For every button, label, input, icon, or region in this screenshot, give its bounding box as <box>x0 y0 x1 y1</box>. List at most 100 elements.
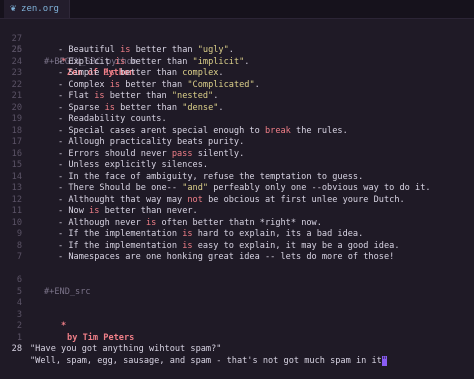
heading-line[interactable]: 4 * by Tim Peters <box>0 287 474 343</box>
keyword-token: pass <box>171 148 193 159</box>
text-token: better than <box>120 79 188 90</box>
text-token: - Complex <box>58 79 110 90</box>
list-item-text: - Although never is often better thatn *… <box>58 218 322 230</box>
text-token: - Allough practicality beats purity. <box>58 137 245 147</box>
line-number: 24 <box>11 56 22 67</box>
heading-line[interactable]: 27 * Zen of Python <box>0 22 474 79</box>
text-token: - Namespaces are one honking great idea … <box>58 252 395 262</box>
line-number: 9 <box>16 229 22 239</box>
list-item-text: - Now is better than never. <box>58 206 198 218</box>
list-item[interactable]: 22 - Complex is better than "Complicated"… <box>0 80 474 92</box>
line-number: 17 <box>11 137 22 147</box>
keyword-token: is <box>114 56 126 67</box>
line-number: 22 <box>11 79 22 90</box>
editor[interactable]: 27 * Zen of Python 26 #+BEGIN_SRC python… <box>0 22 474 366</box>
text-token: - Flat <box>58 91 95 101</box>
list-item[interactable]: 12 - Althought that way may not be obciou… <box>0 195 474 207</box>
text-token: . <box>218 102 224 113</box>
text-token: . <box>218 68 224 78</box>
line-number: 23 <box>11 68 22 78</box>
text-token: better than <box>125 56 193 67</box>
list-item-text: - Simple is better than complex. <box>58 68 224 80</box>
list-item[interactable]: 11 - Now is better than never. <box>0 206 474 218</box>
list-item[interactable]: 16 - Errors should never pass silently. <box>0 149 474 161</box>
text-token: silently. <box>192 148 245 159</box>
line-number: 20 <box>11 102 22 113</box>
line-number: 16 <box>11 148 22 159</box>
keyword-token: is <box>104 102 115 113</box>
keyword-token: break <box>264 125 291 136</box>
list-item[interactable]: 18 - Special cases arent special enough t… <box>0 126 474 138</box>
list-item-text: - Special cases arent special enough to … <box>58 126 348 138</box>
text-token: - If the implementation <box>58 240 183 251</box>
line-number: 25 <box>11 45 22 55</box>
text-token: - Beautiful <box>58 45 121 55</box>
line-number: 18 <box>11 125 22 136</box>
line-number: 19 <box>11 114 22 124</box>
list-item[interactable]: 24 - Explicit is better than "implicit". <box>0 57 474 69</box>
tab-zen-org[interactable]: ❦ zen.org <box>4 0 70 18</box>
list-item-text: - Allough practicality beats purity. <box>58 137 244 149</box>
list-item-text: - Sparse is better than "dense". <box>58 103 224 115</box>
list-item[interactable]: 25 - Beautiful is better than "ugly". <box>0 45 474 57</box>
list-item[interactable]: 10 - Although never is often better thatn… <box>0 218 474 230</box>
list-item[interactable]: 21 - Flat is better than "nested". <box>0 91 474 103</box>
list-item[interactable]: 7 - Namespaces are one honking great idea… <box>0 252 474 264</box>
begin-src-line[interactable]: 26 #+BEGIN_SRC python <box>0 34 474 67</box>
text-token: . <box>228 45 234 55</box>
string-token: "Complicated" <box>187 79 255 90</box>
string-token: "dense" <box>182 102 219 113</box>
line-number: 12 <box>11 194 22 205</box>
quote-text: "Well, spam, egg, sausage, and spam - th… <box>30 355 382 366</box>
list-item-text: - Althought that way may not be obcious … <box>58 195 405 207</box>
line-number: 15 <box>11 160 22 170</box>
text-token: - There Should be one-- <box>58 183 183 193</box>
text-token: - Readability counts. <box>58 114 167 124</box>
string-token: "nested" <box>171 91 214 101</box>
list-item[interactable]: 15 - Unless explicitly silences. <box>0 160 474 172</box>
blank-line[interactable]: 3 <box>0 298 474 320</box>
keyword-token: is <box>145 217 157 228</box>
line-number: 28 <box>11 344 22 354</box>
blank-line[interactable]: 5 <box>0 275 474 297</box>
keyword-token: is <box>89 206 100 216</box>
list-item[interactable]: 17 - Allough practicality beats purity. <box>0 137 474 149</box>
text-token: - Now <box>58 206 90 216</box>
list-item[interactable]: 8 - If the implementation is easy to expl… <box>0 241 474 253</box>
text-token: - Explicit <box>58 56 115 67</box>
list-item-text: - Beautiful is better than "ugly". <box>58 45 234 57</box>
text-token: - Simple <box>58 68 105 78</box>
end-src-line[interactable]: 6 #+END_src <box>0 264 474 297</box>
text-token: easy to explain, it may be a good idea. <box>192 240 400 251</box>
text-token: often better thatn *right* now. <box>156 217 322 228</box>
list-item[interactable]: 19 - Readability counts. <box>0 114 474 126</box>
line-number: 14 <box>11 171 22 182</box>
text-token: - If the implementation <box>58 229 183 239</box>
list-item[interactable]: 23 - Simple is better than complex. <box>0 68 474 80</box>
line-number: 10 <box>11 217 22 228</box>
text-token: be obcious at first unlee youre Dutch. <box>202 194 405 205</box>
text-token: better than <box>114 102 183 113</box>
current-line[interactable]: 28 "Well, spam, egg, sausage, and spam -… <box>0 333 474 366</box>
text-token: - Sparse <box>58 102 105 113</box>
text-token: better than never. <box>99 206 198 216</box>
text-token: - Althought that way may <box>58 194 188 205</box>
list-item[interactable]: 20 - Sparse is better than "dense". <box>0 103 474 115</box>
quote-line[interactable]: 1 "Have you got anything wihtout spam?" <box>0 321 474 355</box>
list-item[interactable]: 14 - In the face of ambiguity, refuse the… <box>0 172 474 184</box>
text-token: - Unless explicitly silences. <box>58 160 209 170</box>
keyword-token: is <box>94 91 105 101</box>
org-mode-icon: ❦ <box>10 3 17 14</box>
list-item-text: - There Should be one-- "and" perfeably … <box>58 183 431 195</box>
blank-line[interactable]: 2 <box>0 310 474 331</box>
text-token: - Special cases arent special enough to <box>58 125 265 136</box>
list-item[interactable]: 9 - If the implementation is hard to expl… <box>0 229 474 241</box>
list-item-text: - If the implementation is easy to expla… <box>58 241 400 253</box>
text-token: hard to explain, its a bad idea. <box>192 229 364 239</box>
list-item-text: - Explicit is better than "implicit". <box>58 57 249 69</box>
list-item-text: - In the face of ambiguity, refuse the t… <box>58 172 363 184</box>
keyword-token: is <box>104 68 115 78</box>
line-number: 7 <box>16 252 22 262</box>
list-item-text: - Flat is better than "nested". <box>58 91 218 103</box>
list-item[interactable]: 13 - There Should be one-- "and" perfeabl… <box>0 183 474 195</box>
